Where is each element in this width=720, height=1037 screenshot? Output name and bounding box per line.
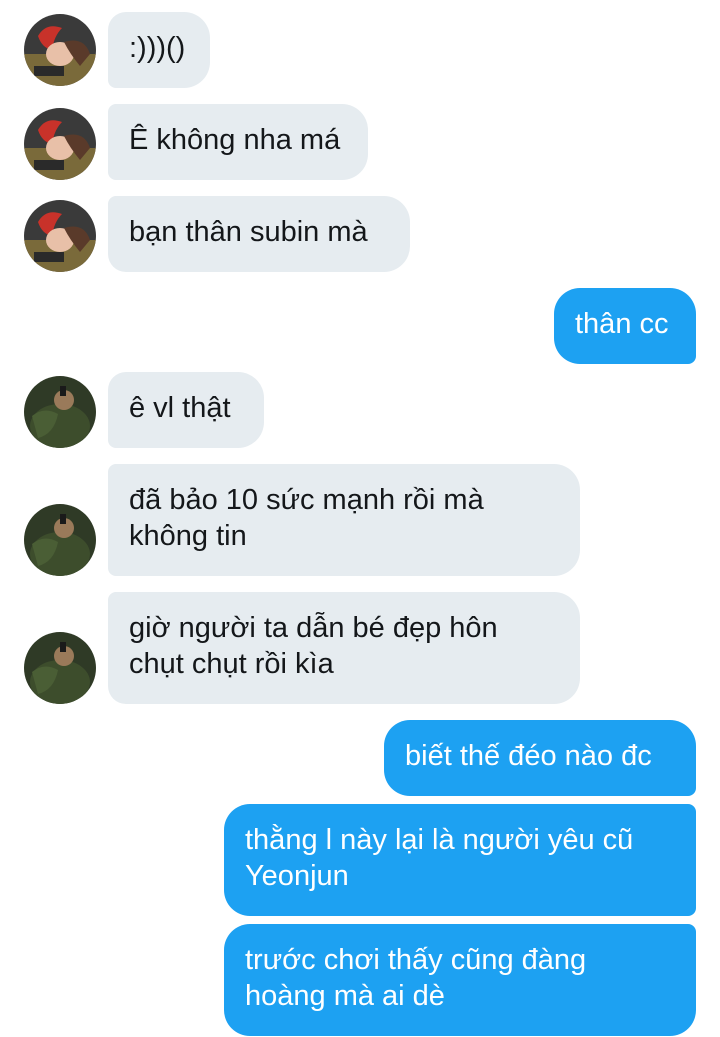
user-avatar-red-hair-icon[interactable]	[24, 108, 96, 180]
message-row: trước chơi thấy cũng đàng hoàng mà ai dè	[0, 924, 720, 1036]
outgoing-message-bubble[interactable]: biết thế đéo nào đc	[384, 720, 696, 796]
message-text: thân cc	[575, 308, 669, 340]
message-row: ê vl thật	[0, 372, 720, 448]
user-avatar-green-hulk-icon[interactable]	[24, 504, 96, 576]
incoming-message-bubble[interactable]: Ê không nha má	[108, 104, 368, 180]
message-text: bạn thân subin mà	[129, 216, 368, 248]
outgoing-message-bubble[interactable]: thằng l này lại là người yêu cũ Yeonjun	[224, 804, 696, 916]
user-avatar-green-hulk-icon[interactable]	[24, 632, 96, 704]
message-row: đã bảo 10 sức mạnh rồi mà không tin	[0, 464, 720, 576]
outgoing-message-bubble[interactable]: thân cc	[554, 288, 696, 364]
incoming-message-bubble[interactable]: giờ người ta dẫn bé đẹp hôn chụt chụt rồ…	[108, 592, 580, 704]
message-text: Ê không nha má	[129, 124, 341, 156]
outgoing-message-bubble[interactable]: trước chơi thấy cũng đàng hoàng mà ai dè	[224, 924, 696, 1036]
incoming-message-bubble[interactable]: đã bảo 10 sức mạnh rồi mà không tin	[108, 464, 580, 576]
message-row: thằng l này lại là người yêu cũ Yeonjun	[0, 804, 720, 916]
message-row: giờ người ta dẫn bé đẹp hôn chụt chụt rồ…	[0, 592, 720, 704]
incoming-message-bubble[interactable]: :)))()	[108, 12, 210, 88]
message-text: đã bảo 10 sức mạnh rồi mà không tin	[129, 484, 484, 552]
incoming-message-bubble[interactable]: ê vl thật	[108, 372, 264, 448]
message-row: Ê không nha má	[0, 104, 720, 180]
message-text: :)))()	[129, 32, 186, 64]
message-row: :)))()	[0, 12, 720, 88]
message-text: thằng l này lại là người yêu cũ Yeonjun	[245, 824, 634, 892]
message-text: giờ người ta dẫn bé đẹp hôn chụt chụt rồ…	[129, 612, 498, 680]
message-text: ê vl thật	[129, 392, 231, 424]
user-avatar-red-hair-icon[interactable]	[24, 14, 96, 86]
message-row: bạn thân subin mà	[0, 196, 720, 272]
user-avatar-green-hulk-icon[interactable]	[24, 376, 96, 448]
message-row: thân cc	[0, 288, 720, 364]
incoming-message-bubble[interactable]: bạn thân subin mà	[108, 196, 410, 272]
message-text: biết thế đéo nào đc	[405, 740, 652, 772]
user-avatar-red-hair-icon[interactable]	[24, 200, 96, 272]
message-text: trước chơi thấy cũng đàng hoàng mà ai dè	[245, 944, 587, 1012]
message-row: biết thế đéo nào đc	[0, 720, 720, 796]
